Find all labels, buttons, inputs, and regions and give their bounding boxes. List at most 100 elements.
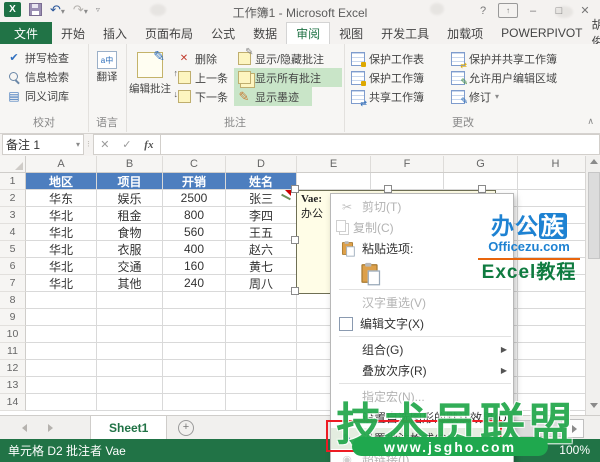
row-header-8[interactable]: 8 [0, 292, 26, 309]
cell-A3[interactable]: 华北 [26, 207, 97, 224]
cell-D13[interactable] [226, 377, 297, 394]
row-header-1[interactable]: 1 [0, 173, 26, 190]
column-header-B[interactable]: B [97, 156, 163, 172]
cell-B13[interactable] [97, 377, 163, 394]
cell-C11[interactable] [163, 343, 226, 360]
cell-A14[interactable] [26, 394, 97, 411]
cell-B10[interactable] [97, 326, 163, 343]
formula-bar-splitter[interactable]: ⁝ [87, 139, 90, 150]
tab-page-layout[interactable]: 页面布局 [136, 22, 202, 44]
protect-share-workbook-button[interactable]: 保护并共享工作簿 [448, 49, 582, 70]
formula-input[interactable] [160, 134, 600, 155]
cell-B12[interactable] [97, 360, 163, 377]
tab-formulas[interactable]: 公式 [202, 22, 244, 44]
resize-handle[interactable] [291, 185, 299, 193]
cell-A6[interactable]: 华北 [26, 258, 97, 275]
row-header-12[interactable]: 12 [0, 360, 26, 377]
scroll-up-icon[interactable] [590, 159, 598, 164]
sheet-nav-left-icon[interactable] [22, 424, 27, 432]
cell-C14[interactable] [163, 394, 226, 411]
column-header-G[interactable]: G [444, 156, 518, 172]
cell-F1[interactable] [371, 173, 444, 190]
row-header-11[interactable]: 11 [0, 343, 26, 360]
cell-A2[interactable]: 华东 [26, 190, 97, 207]
row-header-3[interactable]: 3 [0, 207, 26, 224]
cell-B3[interactable]: 租金 [97, 207, 163, 224]
show-hide-comment-button[interactable]: 显示/隐藏批注 [234, 47, 342, 68]
enter-button[interactable]: ✓ [116, 138, 138, 151]
cell-C1[interactable]: 开销 [163, 173, 226, 190]
column-header-A[interactable]: A [26, 156, 97, 172]
vertical-scrollbar[interactable] [585, 156, 600, 415]
ribbon-display-options-icon[interactable]: ↑ [498, 3, 518, 18]
column-header-D[interactable]: D [226, 156, 297, 172]
row-header-4[interactable]: 4 [0, 224, 26, 241]
maximize-button[interactable]: □ [548, 2, 570, 19]
cell-D3[interactable]: 李四 [226, 207, 297, 224]
cell-D5[interactable]: 赵六 [226, 241, 297, 258]
new-sheet-button[interactable]: + [178, 420, 194, 436]
allow-edit-ranges-button[interactable]: 允许用户编辑区域 [448, 68, 582, 88]
cell-B1[interactable]: 项目 [97, 173, 163, 190]
cell-A5[interactable]: 华北 [26, 241, 97, 258]
resize-handle[interactable] [291, 287, 299, 295]
row-header-10[interactable]: 10 [0, 326, 26, 343]
cell-C13[interactable] [163, 377, 226, 394]
cell-D7[interactable]: 周八 [226, 275, 297, 292]
cell-A9[interactable] [26, 309, 97, 326]
row-header-9[interactable]: 9 [0, 309, 26, 326]
cell-H10[interactable] [518, 326, 585, 343]
cell-H9[interactable] [518, 309, 585, 326]
research-button[interactable]: 信息检索 [4, 67, 86, 86]
cell-H8[interactable] [518, 292, 585, 309]
cell-C6[interactable]: 160 [163, 258, 226, 275]
menu-item-edit-text[interactable]: 编辑文字(X) [331, 313, 513, 334]
resize-handle[interactable] [478, 185, 486, 193]
share-workbook-button[interactable]: 共享工作簿 [348, 87, 448, 108]
cell-A13[interactable] [26, 377, 97, 394]
cancel-button[interactable]: ✕ [94, 138, 116, 151]
show-ink-button[interactable]: 显示墨迹 [234, 87, 312, 106]
thesaurus-button[interactable]: 同义词库 [4, 86, 86, 105]
column-header-E[interactable]: E [297, 156, 371, 172]
cell-D6[interactable]: 黄七 [226, 258, 297, 275]
cell-D14[interactable] [226, 394, 297, 411]
menu-item-order[interactable]: 叠放次序(R) ▶ [331, 360, 513, 381]
cell-B8[interactable] [97, 292, 163, 309]
cell-H2[interactable] [518, 190, 585, 207]
cell-C12[interactable] [163, 360, 226, 377]
cell-H11[interactable] [518, 343, 585, 360]
cell-A12[interactable] [26, 360, 97, 377]
translate-button[interactable]: a中 翻译 [88, 46, 126, 84]
show-all-comments-button[interactable]: 显示所有批注 [234, 68, 342, 87]
scroll-down-icon[interactable] [590, 403, 598, 408]
previous-comment-button[interactable]: 上一条 [174, 68, 234, 87]
tab-view[interactable]: 视图 [330, 22, 372, 44]
scrollbar-thumb[interactable] [588, 172, 600, 259]
row-header-7[interactable]: 7 [0, 275, 26, 292]
cell-B9[interactable] [97, 309, 163, 326]
cell-B2[interactable]: 娱乐 [97, 190, 163, 207]
name-box[interactable]: 备注 1 ▾ [2, 134, 84, 155]
cell-C7[interactable]: 240 [163, 275, 226, 292]
resize-handle[interactable] [384, 185, 392, 193]
row-header-2[interactable]: 2 [0, 190, 26, 207]
collapse-ribbon-icon[interactable]: ∧ [587, 116, 594, 127]
minimize-button[interactable]: – [522, 2, 544, 19]
cell-D1[interactable]: 姓名 [226, 173, 297, 190]
cell-C10[interactable] [163, 326, 226, 343]
cell-C8[interactable] [163, 292, 226, 309]
column-header-F[interactable]: F [371, 156, 444, 172]
cell-B4[interactable]: 食物 [97, 224, 163, 241]
cell-A8[interactable] [26, 292, 97, 309]
cell-B14[interactable] [97, 394, 163, 411]
cell-A1[interactable]: 地区 [26, 173, 97, 190]
cell-A7[interactable]: 华北 [26, 275, 97, 292]
menu-item-group[interactable]: 组合(G) ▶ [331, 339, 513, 360]
user-account[interactable]: 胡俊 ▾ [592, 18, 600, 49]
row-header-5[interactable]: 5 [0, 241, 26, 258]
next-comment-button[interactable]: 下一条 [174, 87, 234, 106]
cell-C4[interactable]: 560 [163, 224, 226, 241]
track-changes-button[interactable]: 修订▾ [448, 87, 582, 107]
cell-D4[interactable]: 王五 [226, 224, 297, 241]
